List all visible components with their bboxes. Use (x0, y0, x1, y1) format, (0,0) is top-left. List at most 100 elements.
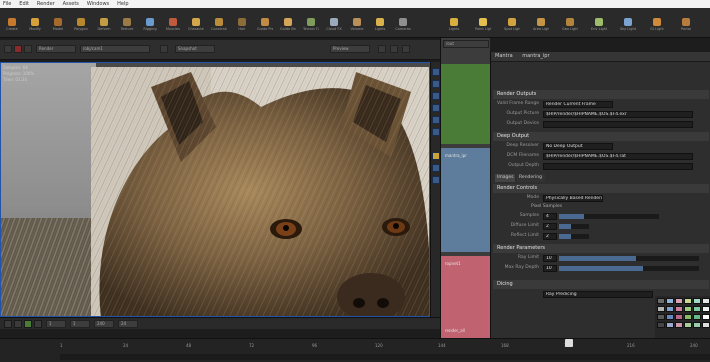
preview-button[interactable]: Preview (330, 45, 370, 53)
color-swatch[interactable] (657, 306, 665, 312)
color-swatch[interactable] (657, 322, 665, 328)
color-swatch[interactable] (693, 314, 701, 320)
network-box-pink[interactable] (441, 256, 491, 338)
shelf-light-sky-light[interactable]: Sky Light (620, 18, 636, 32)
menu-assets[interactable]: Assets (60, 0, 82, 8)
network-box-blue[interactable] (441, 148, 491, 252)
ray-depth-slider[interactable] (559, 266, 699, 271)
zoom-icon[interactable] (378, 45, 386, 53)
shelf-tool-model[interactable]: Model (50, 18, 66, 32)
display-options-icon[interactable] (432, 68, 440, 76)
color-swatch[interactable] (702, 322, 710, 328)
section-render-controls[interactable]: Render Controls (493, 184, 709, 193)
settings-icon[interactable] (402, 45, 410, 53)
color-swatch[interactable] (675, 314, 683, 320)
render-label[interactable]: Render (36, 45, 76, 53)
shelf-light-geo-light[interactable]: Geo Light (562, 18, 578, 32)
snapshot-icon[interactable] (160, 45, 168, 53)
shelf-light-portal[interactable]: Portal (678, 18, 694, 32)
highlight-icon[interactable] (432, 152, 440, 160)
shelf-tool-guide-brushes[interactable]: Guide Brushes (280, 18, 296, 32)
shelf-tool-modify[interactable]: Modify (27, 18, 43, 32)
shelf-tool-hair[interactable]: Hair (234, 18, 250, 32)
tab-images[interactable]: Images (495, 174, 515, 182)
color-swatch[interactable] (666, 314, 674, 320)
network-node-3[interactable]: render_all (445, 328, 465, 333)
timeline-playhead[interactable] (565, 339, 573, 347)
shelf-tool-cloud-fx[interactable]: Cloud FX (326, 18, 342, 32)
pause-button[interactable] (24, 45, 32, 53)
timeline[interactable]: 124487296120144168192216240 (0, 338, 710, 362)
menu-file[interactable]: File (0, 0, 14, 8)
shelf-light-gi-light[interactable]: GI Light (649, 18, 665, 32)
network-editor[interactable]: /out mantra_ipr ropnet1 render_all (440, 38, 491, 338)
pin-icon[interactable] (432, 164, 440, 172)
shelf-light-area-light[interactable]: Area Light (533, 18, 549, 32)
shelf-tool-polygon[interactable]: Polygon (73, 18, 89, 32)
grid-icon[interactable] (432, 116, 440, 124)
shelf-tool-deform[interactable]: Deform (96, 18, 112, 32)
samples-slider[interactable] (559, 214, 659, 219)
menu-windows[interactable]: Windows (84, 0, 112, 8)
end-frame-field[interactable]: 240 (94, 320, 114, 328)
color-swatch[interactable] (675, 322, 683, 328)
color-swatch[interactable] (666, 298, 674, 304)
network-path[interactable]: /out (443, 40, 489, 48)
mode-dropdown[interactable]: Physically Based Rendering (543, 195, 603, 202)
color-swatch[interactable] (684, 298, 692, 304)
region-icon[interactable] (390, 45, 398, 53)
color-swatch[interactable] (684, 322, 692, 328)
diffuse-slider[interactable] (559, 224, 589, 229)
shelf-tool-volume[interactable]: Volume (349, 18, 365, 32)
camera-icon[interactable] (432, 104, 440, 112)
color-swatch[interactable] (702, 298, 710, 304)
shelf-light-point-light[interactable]: Point Light (475, 18, 491, 32)
shelf-tool-muscles[interactable]: Muscles (165, 18, 181, 32)
shelf-tool-texture[interactable]: Texture (119, 18, 135, 32)
shelf-tool-create[interactable]: Create (4, 18, 20, 32)
render-viewport[interactable]: Samples: 64 Progress: 100% Time: 01:24 (0, 62, 430, 317)
color-swatch[interactable] (666, 306, 674, 312)
section-dicing[interactable]: Dicing (493, 280, 709, 289)
color-swatch[interactable] (702, 314, 710, 320)
color-swatch[interactable] (684, 314, 692, 320)
tab-rendering[interactable]: Rendering (517, 174, 545, 182)
color-swatch[interactable] (675, 306, 683, 312)
menu-help[interactable]: Help (114, 0, 131, 8)
shading-icon[interactable] (432, 92, 440, 100)
color-swatch[interactable] (675, 298, 683, 304)
snapshot-button[interactable]: Snapshot (175, 45, 215, 53)
ghost-icon[interactable] (432, 176, 440, 184)
next-frame-button[interactable] (34, 320, 42, 328)
shelf-tool-guide-process[interactable]: Guide Process (257, 18, 273, 32)
start-frame-field[interactable]: 1 (70, 320, 90, 328)
render-button[interactable] (4, 45, 12, 53)
shelf-light-env-light[interactable]: Env Light (591, 18, 607, 32)
menu-edit[interactable]: Edit (16, 0, 32, 8)
section-render-parameters[interactable]: Render Parameters (493, 244, 709, 253)
color-swatch[interactable] (693, 306, 701, 312)
color-swatch[interactable] (657, 314, 665, 320)
ray-limit-slider[interactable] (559, 256, 699, 261)
color-swatch[interactable] (657, 298, 665, 304)
network-box-green[interactable] (441, 64, 491, 144)
shelf-light-spot-light[interactable]: Spot Light (504, 18, 520, 32)
shelf-tool-cameras[interactable]: Cameras (395, 18, 411, 32)
section-deep-output[interactable]: Deep Output (493, 132, 709, 141)
shelf-tool-characters[interactable]: Characters (188, 18, 204, 32)
shelf-tool-lights[interactable]: Lights (372, 18, 388, 32)
visibility-icon[interactable] (432, 128, 440, 136)
network-node-1[interactable]: mantra_ipr (445, 153, 467, 158)
current-frame-field[interactable]: 1 (46, 320, 66, 328)
shelf-tool-constraints[interactable]: Constraints (211, 18, 227, 32)
color-swatch[interactable] (693, 322, 701, 328)
stop-button[interactable] (14, 45, 22, 53)
color-swatch[interactable] (684, 306, 692, 312)
reflect-slider[interactable] (559, 234, 589, 239)
prev-frame-button[interactable] (14, 320, 22, 328)
shelf-light-lights[interactable]: Lights (446, 18, 462, 32)
shelf-tool-terrain-fx[interactable]: Terrain FX (303, 18, 319, 32)
shelf-tool-rigging[interactable]: Rigging (142, 18, 158, 32)
color-swatch[interactable] (693, 298, 701, 304)
node-name-field[interactable]: mantra_ipr (522, 53, 549, 59)
